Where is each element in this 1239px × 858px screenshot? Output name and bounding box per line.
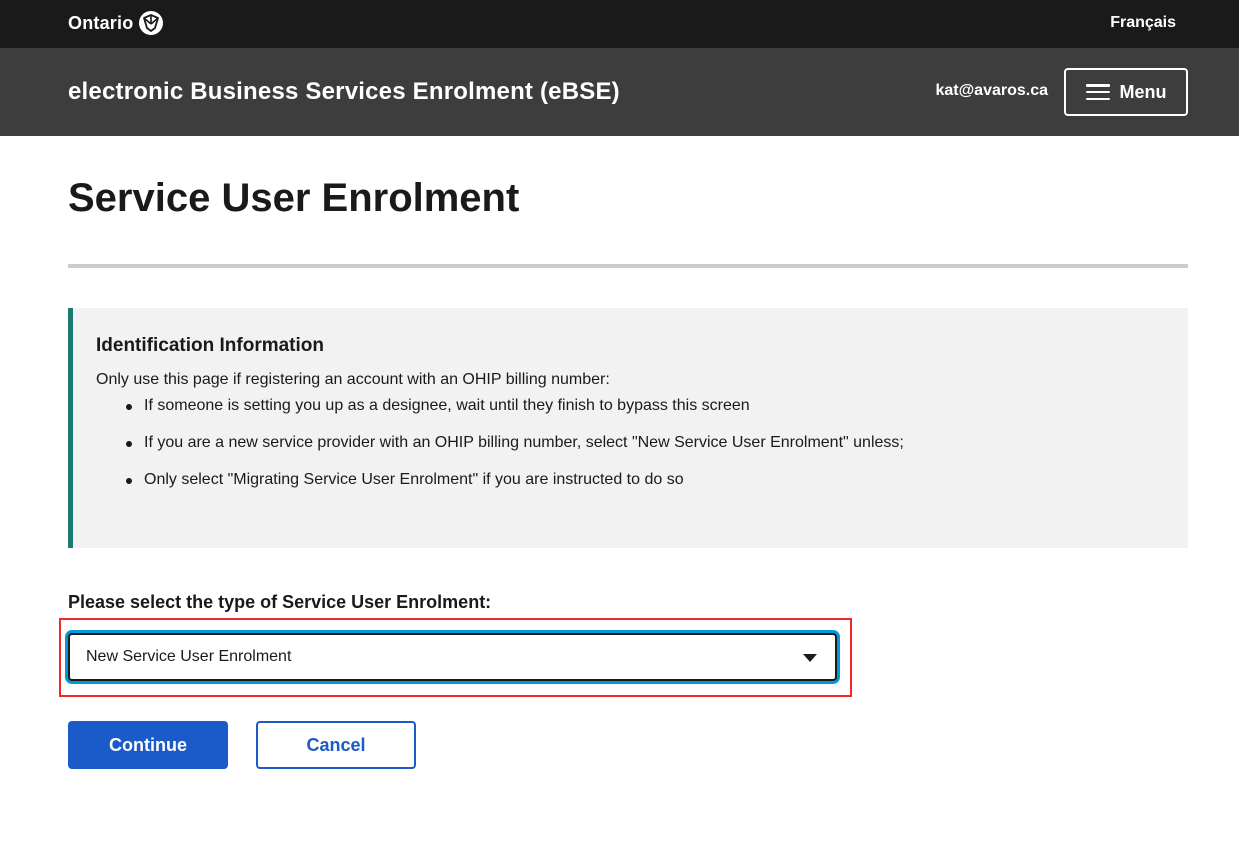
ontario-logo[interactable]: Ontario [68, 11, 164, 35]
callout-intro: Only use this page if registering an acc… [96, 371, 610, 388]
language-toggle-link[interactable]: Français [1110, 14, 1176, 32]
enrolment-type-select[interactable]: New Service User Enrolment [68, 633, 837, 681]
select-value: New Service User Enrolment [86, 648, 292, 665]
logo-text: Ontario [68, 12, 134, 33]
cancel-button[interactable]: Cancel [256, 721, 416, 769]
caret-down-icon [803, 654, 817, 662]
menu-button[interactable]: Menu [1064, 68, 1188, 116]
app-title: electronic Business Services Enrolment (… [68, 78, 620, 105]
enrolment-type-label: Please select the type of Service User E… [68, 592, 492, 612]
list-item: If someone is setting you up as a design… [126, 394, 904, 418]
identification-info-callout: Identification Information Only use this… [68, 308, 1188, 548]
app-header: electronic Business Services Enrolment (… [0, 48, 1239, 136]
callout-list: If someone is setting you up as a design… [96, 394, 1188, 492]
top-bar: Ontario Français [0, 0, 1239, 48]
hamburger-icon [1085, 84, 1110, 100]
trillium-icon [139, 11, 164, 35]
menu-label: Menu [1119, 81, 1167, 102]
list-item: Only select "Migrating Service User Enro… [126, 468, 904, 492]
title-divider [68, 264, 1188, 268]
user-email: kat@avaros.ca [935, 82, 1048, 99]
list-item: If you are a new service provider with a… [126, 431, 904, 455]
continue-button[interactable]: Continue [68, 721, 228, 769]
page-title: Service User Enrolment [68, 176, 520, 220]
callout-heading: Identification Information [96, 335, 324, 356]
